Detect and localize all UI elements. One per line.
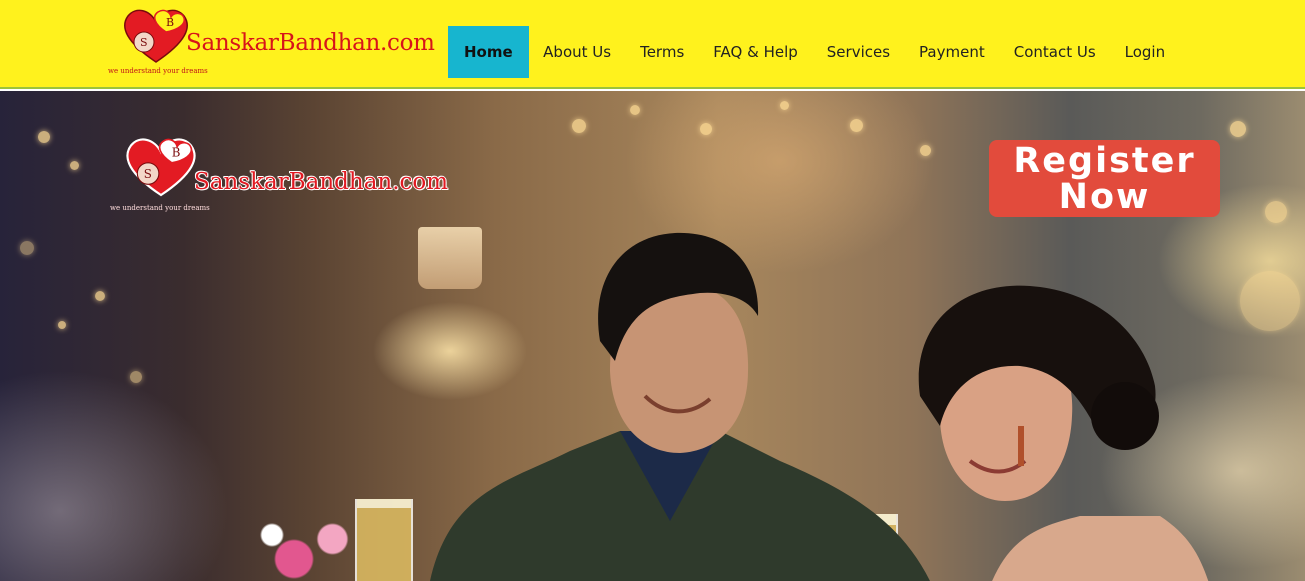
bokeh-light	[58, 321, 66, 329]
nav-faq-help[interactable]: FAQ & Help	[699, 26, 813, 78]
man-figure	[430, 232, 930, 581]
nav-contact-us[interactable]: Contact Us	[999, 26, 1110, 78]
register-now-line1: Register	[1013, 141, 1196, 181]
flowers	[250, 511, 360, 581]
bokeh-light	[1265, 201, 1287, 223]
hero-logo-wordmark: SanskarBandhan.com	[194, 169, 449, 195]
svg-text:S: S	[140, 36, 148, 49]
hero-logo: S B SanskarBandhan.com we understand you…	[108, 129, 468, 219]
logo-tagline: we understand your dreams	[108, 67, 208, 75]
svg-text:B: B	[166, 16, 174, 29]
bokeh-light	[1240, 271, 1300, 331]
bokeh-light	[920, 145, 931, 156]
bokeh-light	[572, 119, 586, 133]
bokeh-light	[70, 161, 79, 170]
nav-login[interactable]: Login	[1110, 26, 1179, 78]
heart-logo-icon: S B	[124, 9, 188, 63]
champagne-glass	[355, 499, 413, 581]
nav-home[interactable]: Home	[448, 26, 529, 78]
svg-text:B: B	[172, 145, 181, 159]
nav-about-us[interactable]: About Us	[529, 26, 626, 78]
bokeh-light	[780, 101, 789, 110]
bokeh-light	[130, 371, 142, 383]
register-now-button[interactable]: Register Now	[989, 140, 1220, 217]
nav-terms[interactable]: Terms	[626, 26, 699, 78]
nav-services[interactable]: Services	[812, 26, 904, 78]
woman-figure	[918, 285, 1209, 581]
bokeh-light	[38, 131, 50, 143]
svg-text:S: S	[144, 167, 152, 181]
site-logo[interactable]: S B SanskarBandhan.com we understand you…	[108, 2, 438, 80]
heart-logo-icon: S B	[126, 138, 196, 197]
hero-banner: S B SanskarBandhan.com we understand you…	[0, 91, 1305, 581]
bokeh-light	[20, 241, 34, 255]
bokeh-light	[700, 123, 712, 135]
bokeh-light	[1230, 121, 1246, 137]
register-now-line2: Now	[1058, 177, 1151, 217]
site-header: S B SanskarBandhan.com we understand you…	[0, 0, 1305, 89]
main-nav: Home About Us Terms FAQ & Help Services …	[448, 26, 1180, 78]
hero-logo-tagline: we understand your dreams	[110, 204, 210, 212]
bokeh-light	[95, 291, 105, 301]
bokeh-light	[850, 119, 863, 132]
bokeh-light	[630, 105, 640, 115]
logo-wordmark: SanskarBandhan.com	[186, 30, 435, 56]
nav-payment[interactable]: Payment	[905, 26, 1000, 78]
